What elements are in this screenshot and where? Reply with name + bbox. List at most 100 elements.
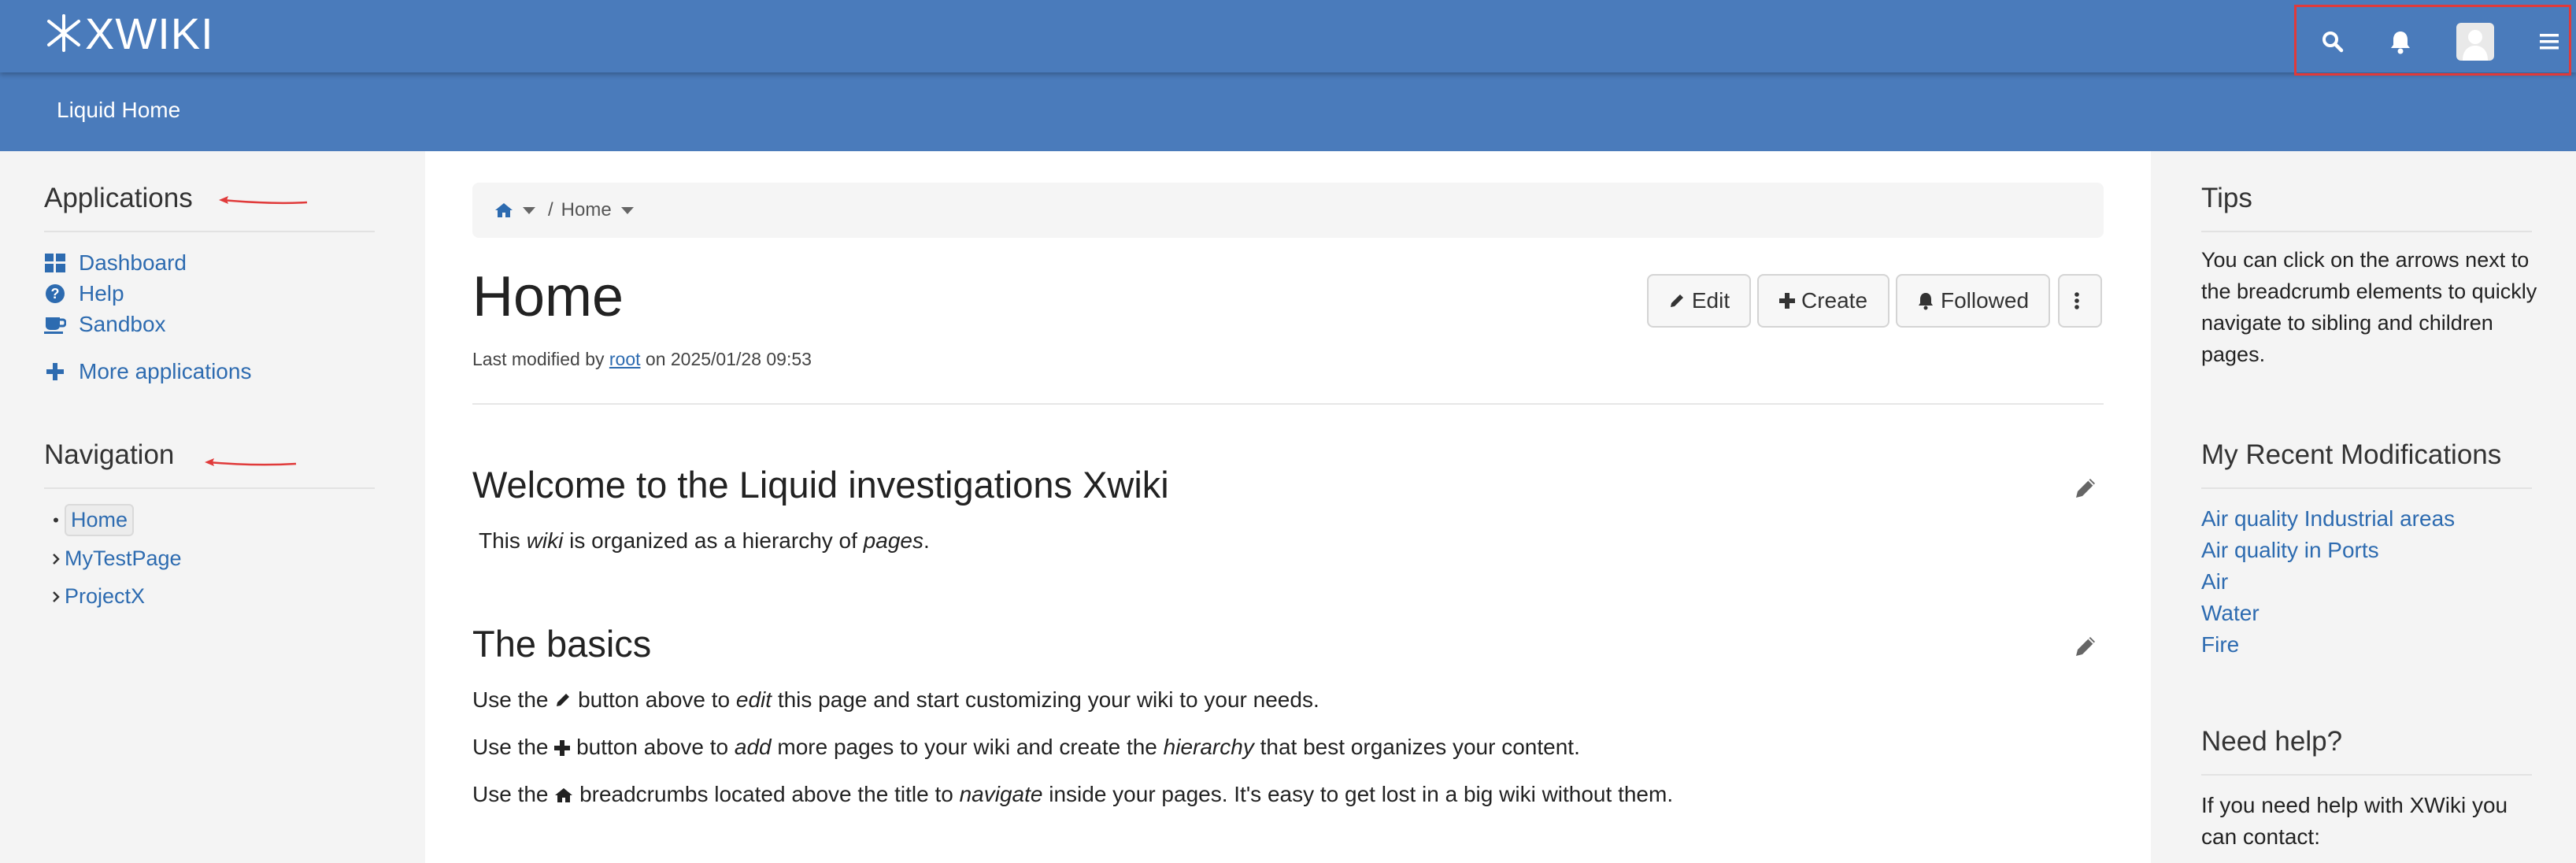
basics-text: more pages to your wiki and create the: [777, 735, 1157, 759]
page-title: Home: [472, 265, 624, 328]
caret-down-icon[interactable]: [620, 206, 634, 214]
more-applications-label: More applications: [79, 359, 252, 383]
nav-tree-item-mytestpage[interactable]: MyTestPage: [47, 546, 182, 571]
author-link[interactable]: root: [609, 349, 641, 369]
chevron-right-icon[interactable]: [47, 552, 65, 566]
recent-modification-link[interactable]: Fire: [2201, 632, 2239, 657]
nav-tree-item-home[interactable]: • Home: [47, 504, 135, 536]
edit-button[interactable]: Edit: [1647, 274, 1751, 328]
svg-text:?: ?: [51, 286, 60, 302]
basics-line-navigate: Use the breadcrumbs located above the ti…: [472, 782, 1673, 807]
basics-text: breadcrumbs located above the title to: [579, 782, 953, 806]
space-header: Liquid Home: [0, 72, 2576, 151]
app-dashboard-link[interactable]: Dashboard: [44, 250, 187, 276]
meta-suffix: on 2025/01/28 09:53: [645, 349, 812, 369]
divider: [44, 231, 375, 232]
pencil-icon: [557, 694, 570, 706]
applications-heading: Applications: [44, 183, 193, 213]
bell-icon: [1918, 293, 1933, 310]
app-help-link[interactable]: ? Help: [44, 281, 124, 306]
divider: [2201, 774, 2532, 776]
more-vertical-icon: [2074, 292, 2079, 309]
create-button-label: Create: [1801, 288, 1868, 313]
recent-modification-link[interactable]: Air quality Industrial areas: [2201, 506, 2455, 532]
divider: [44, 487, 375, 489]
caret-down-icon[interactable]: [523, 206, 535, 214]
welcome-heading: Welcome to the Liquid investigations Xwi…: [472, 464, 1169, 506]
basics-text: button above to: [578, 687, 731, 712]
home-icon[interactable]: [494, 202, 513, 218]
nav-tree-label-mytestpage: MyTestPage: [65, 546, 182, 570]
nav-tree-label-home: Home: [65, 504, 135, 536]
avatar: [2456, 23, 2494, 61]
basics-text: Use the: [472, 735, 549, 759]
last-modified-meta: Last modified by root on 2025/01/28 09:5…: [472, 349, 812, 370]
question-circle-icon: ?: [44, 283, 66, 305]
basics-line-edit: Use the button above to edit this page a…: [472, 687, 1319, 713]
coffee-cup-icon: [44, 313, 66, 335]
app-dashboard-label: Dashboard: [79, 250, 187, 275]
search-icon[interactable]: [2314, 23, 2352, 61]
recent-modification-link[interactable]: Air quality in Ports: [2201, 538, 2379, 563]
nav-tree-label-projectx: ProjectX: [65, 584, 146, 608]
plus-icon: [554, 740, 571, 756]
meta-prefix: Last modified by: [472, 349, 605, 369]
logo-text: XWIKI: [85, 8, 214, 58]
menu-icon[interactable]: [2530, 23, 2568, 61]
divider: [472, 403, 2104, 405]
basics-line-add: Use the button above to add more pages t…: [472, 735, 1580, 760]
more-applications-link[interactable]: More applications: [44, 359, 251, 384]
welcome-text-pages: pages: [863, 528, 923, 553]
app-help-label: Help: [79, 281, 124, 306]
space-title-link[interactable]: Liquid Home: [57, 98, 180, 123]
basics-heading: The basics: [472, 623, 652, 665]
breadcrumb-separator: /: [548, 199, 553, 220]
recent-modifications-heading: My Recent Modifications: [2201, 439, 2502, 470]
red-arrow-annotation: [219, 196, 308, 205]
app-sandbox-link[interactable]: Sandbox: [44, 312, 166, 337]
dashboard-icon: [44, 252, 66, 274]
section-edit-pencil-icon[interactable]: [2072, 475, 2099, 502]
create-button[interactable]: Create: [1757, 274, 1889, 328]
plus-icon: [1778, 293, 1795, 309]
more-actions-button[interactable]: [2058, 274, 2102, 328]
recent-modification-link[interactable]: Water: [2201, 601, 2260, 626]
tips-heading: Tips: [2201, 183, 2252, 213]
welcome-text-period: .: [923, 528, 930, 553]
navigation-heading: Navigation: [44, 439, 175, 470]
xwiki-logo[interactable]: XWIKI: [46, 8, 214, 58]
nav-tree-item-projectx[interactable]: ProjectX: [47, 584, 145, 609]
pencil-icon: [1670, 294, 1683, 307]
bell-icon[interactable]: [2382, 23, 2419, 61]
recent-modification-link[interactable]: Air: [2201, 569, 2228, 594]
basics-text: that best organizes your content.: [1260, 735, 1580, 759]
welcome-text-wiki: wiki: [526, 528, 564, 553]
welcome-text-1: This: [479, 528, 520, 553]
edit-button-label: Edit: [1691, 288, 1730, 313]
breadcrumb-current[interactable]: Home: [561, 199, 612, 221]
basics-emphasis: edit: [735, 687, 772, 712]
basics-emphasis: add: [734, 735, 772, 759]
tips-text: You can click on the arrows next to the …: [2201, 248, 2537, 366]
divider: [2201, 487, 2532, 489]
plus-icon: [44, 361, 66, 383]
basics-text: inside your pages. It's easy to get lost…: [1049, 782, 1674, 806]
need-help-heading: Need help?: [2201, 726, 2343, 757]
need-help-text: If you need help with XWiki you can cont…: [2201, 793, 2508, 849]
basics-text: this page and start customizing your wik…: [777, 687, 1319, 712]
welcome-text-2: is organized as a hierarchy of: [569, 528, 857, 553]
user-avatar[interactable]: [2456, 23, 2494, 61]
welcome-paragraph: This wiki is organized as a hierarchy of…: [479, 528, 930, 554]
basics-text: button above to: [576, 735, 729, 759]
red-arrow-annotation: [205, 458, 297, 466]
followed-button[interactable]: Followed: [1896, 274, 2050, 328]
app-sandbox-label: Sandbox: [79, 312, 166, 336]
divider: [2201, 231, 2532, 232]
section-edit-pencil-icon[interactable]: [2072, 633, 2099, 660]
top-navbar: XWIKI: [0, 0, 2576, 76]
basics-text: Use the: [472, 687, 549, 712]
xwiki-logo-mark: [47, 14, 80, 52]
chevron-right-icon[interactable]: [47, 590, 65, 604]
basics-text: Use the: [472, 782, 549, 806]
followed-button-label: Followed: [1940, 288, 2030, 313]
